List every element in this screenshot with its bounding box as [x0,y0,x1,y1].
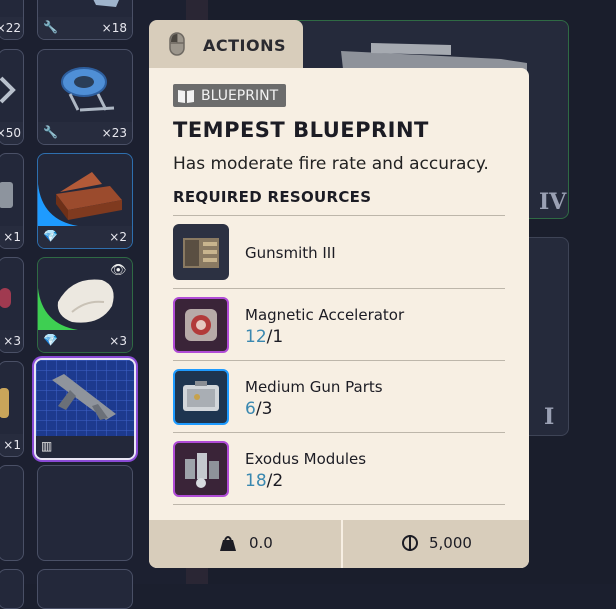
inventory-slot[interactable]: 💎 ×2 [37,153,133,249]
resource-row: Exodus Modules 18/2 [173,433,505,505]
inventory-slot[interactable]: 🔧 ×18 [37,0,133,40]
item-quantity: ×3 [109,334,127,348]
resource-count: 12/1 [245,327,284,347]
diamond-icon: 💎 [43,333,58,347]
resource-row: Gunsmith III [173,216,505,288]
item-art [0,388,9,418]
inventory-slot[interactable]: ×1 [0,361,24,457]
inventory-slot[interactable]: ×3 [0,257,24,353]
item-title: TEMPEST BLUEPRINT [173,118,429,142]
item-quantity: ×2 [109,230,127,244]
item-art [0,182,13,208]
inventory-slot[interactable]: ×1 [0,153,24,249]
required-resources-header: REQUIRED RESOURCES [173,188,372,206]
item-quantity: ×23 [101,126,127,140]
resource-name: Exodus Modules [245,450,367,468]
resource-count: 18/2 [245,471,284,491]
tag-label: BLUEPRINT [201,87,279,104]
inventory-slot[interactable]: 👁 💎 ×3 [37,257,133,353]
tooltip-footer: 0.0 5,000 [149,520,529,568]
item-quantity: ×1 [3,230,21,244]
weight-value: 0.0 [249,534,273,552]
blueprint-grid [36,360,134,436]
item-quantity: ×22 [0,21,21,35]
exodus-modules-icon [173,441,229,497]
item-description: Has moderate fire rate and accuracy. [173,154,489,174]
inventory-slot[interactable]: ×50 [0,49,24,145]
resource-row: Medium Gun Parts 6/3 [173,361,505,433]
resource-name: Magnetic Accelerator [245,306,405,324]
mouse-icon [169,32,185,56]
weight-display: 0.0 [219,534,273,552]
item-tooltip: BLUEPRINT TEMPEST BLUEPRINT Has moderate… [149,68,529,568]
inventory-slot-empty[interactable] [0,569,24,609]
item-quantity: ×50 [0,126,21,140]
item-art [56,172,122,220]
inventory-slot-empty[interactable] [37,569,133,609]
inventory-slot-empty[interactable] [37,465,133,561]
actions-label: ACTIONS [203,36,287,55]
resource-count: 6/3 [245,399,273,419]
book-icon [178,89,194,103]
gunsmith-bench-icon [173,224,229,280]
weight-icon [220,536,236,551]
coin-icon [402,535,418,551]
tier-badge: IV [539,189,567,215]
item-art [0,288,11,308]
item-quantity: ×18 [101,21,127,35]
book-icon: ▥ [41,439,53,453]
divider [173,504,505,505]
resource-row: Magnetic Accelerator 12/1 [173,289,505,361]
inventory-slot-selected[interactable]: ▥ [34,358,136,460]
magnetic-accelerator-icon [173,297,229,353]
item-art [93,0,119,7]
inventory-slot[interactable]: 🔧 ×23 [37,49,133,145]
footer-divider [341,520,343,568]
resource-name: Gunsmith III [245,244,336,262]
price-display: 5,000 [401,534,472,552]
actions-tab[interactable]: ACTIONS [149,20,303,70]
inventory-slot-empty[interactable] [0,465,24,561]
item-art [61,67,115,112]
item-art [0,76,16,104]
eye-icon[interactable]: 👁 [110,263,127,278]
price-value: 5,000 [429,534,472,552]
wrench-icon: 🔧 [43,125,58,139]
wrench-icon: 🔧 [43,20,58,34]
item-art [57,279,114,323]
resource-name: Medium Gun Parts [245,378,383,396]
blueprint-tag: BLUEPRINT [173,84,287,107]
medium-gun-parts-icon [173,369,229,425]
inventory-slot[interactable]: ×22 [0,0,24,40]
item-quantity: ×3 [3,334,21,348]
tier-badge: I [544,404,555,430]
diamond-icon: 💎 [43,229,58,243]
item-quantity: ×1 [3,438,21,452]
